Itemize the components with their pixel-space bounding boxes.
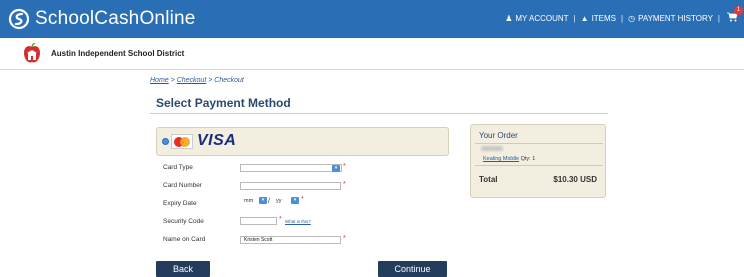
expiry-slash: / [268,198,270,205]
logo[interactable]: SchoolCashOnline [8,8,196,30]
nav-separator: | [621,14,624,23]
user-icon: ♟ [505,14,513,23]
continue-button[interactable]: Continue [378,261,447,277]
breadcrumb-separator: > [170,77,175,84]
order-title: Your Order [479,131,518,140]
payment-method-radio[interactable] [162,138,169,145]
nav-separator: | [573,14,576,23]
cart-icon[interactable]: 1 [727,6,743,25]
breadcrumb-home[interactable]: Home [150,77,169,84]
chevron-down-icon[interactable]: ▾ [291,197,299,204]
card-number-input[interactable] [240,182,341,190]
top-bar: SchoolCashOnline ♟ MY ACCOUNT | ▲ ITEMS … [0,0,744,38]
payment-history-link[interactable]: PAYMENT HISTORY [638,14,713,23]
order-item-qty: Qty: 1 [520,156,536,162]
breadcrumb-current: Checkout [214,77,244,84]
district-name: Austin Independent School District [51,49,185,58]
apple-school-icon [22,42,42,65]
top-nav: ♟ MY ACCOUNT | ▲ ITEMS | ◷ PAYMENT HISTO… [505,6,743,25]
name-on-card-label: Name on Card [163,236,206,243]
items-link[interactable]: ITEMS [592,14,616,23]
divider [475,165,603,166]
expiry-date-label: Expiry Date [163,200,197,207]
card-type-select[interactable] [240,164,342,172]
card-number-label: Card Number [163,182,203,189]
nav-separator: | [717,14,720,23]
payment-method-option[interactable]: VISA [156,127,449,156]
history-icon: ◷ [628,14,636,23]
page-title: Select Payment Method [156,96,291,110]
order-item-school-link[interactable]: Kealing Middle [483,156,519,162]
card-type-label: Card Type [163,164,193,171]
security-code-label: Security Code [163,218,204,225]
school-cash-logo-icon [8,8,30,30]
back-button[interactable]: Back [156,261,210,277]
cart-count-badge: 1 [734,6,743,15]
expiry-year-select[interactable]: yy [276,198,282,204]
required-mark: * [343,163,346,170]
visa-logo: VISA [197,132,237,149]
total-label: Total [479,175,498,184]
breadcrumb-checkout[interactable]: Checkout [177,77,207,84]
security-code-input[interactable] [240,217,277,225]
blurred-student-name [481,146,503,151]
district-bar: Austin Independent School District [0,38,744,70]
breadcrumb: Home > Checkout > Checkout [150,77,244,84]
expiry-month-select[interactable]: mm [244,198,253,204]
required-mark: * [343,235,346,242]
logo-text: SchoolCashOnline [35,8,196,29]
name-on-card-input[interactable]: Kristen Scott [240,236,341,244]
basket-icon: ▲ [580,14,589,23]
breadcrumb-separator: > [208,77,213,84]
divider [475,143,603,144]
chevron-down-icon[interactable]: ▾ [259,197,267,204]
divider [150,113,608,114]
total-value: $10.30 USD [553,175,597,184]
order-summary: Your Order Kealing Middle Qty: 1 Total $… [470,124,606,198]
mastercard-icon [171,134,193,149]
my-account-link[interactable]: MY ACCOUNT [515,14,568,23]
required-mark: * [343,181,346,188]
order-item: Kealing Middle Qty: 1 [483,156,535,162]
chevron-down-icon[interactable]: ▾ [332,164,340,172]
required-mark: * [301,196,304,203]
whats-this-link[interactable]: What is this? [285,219,311,224]
required-mark: * [279,216,282,223]
